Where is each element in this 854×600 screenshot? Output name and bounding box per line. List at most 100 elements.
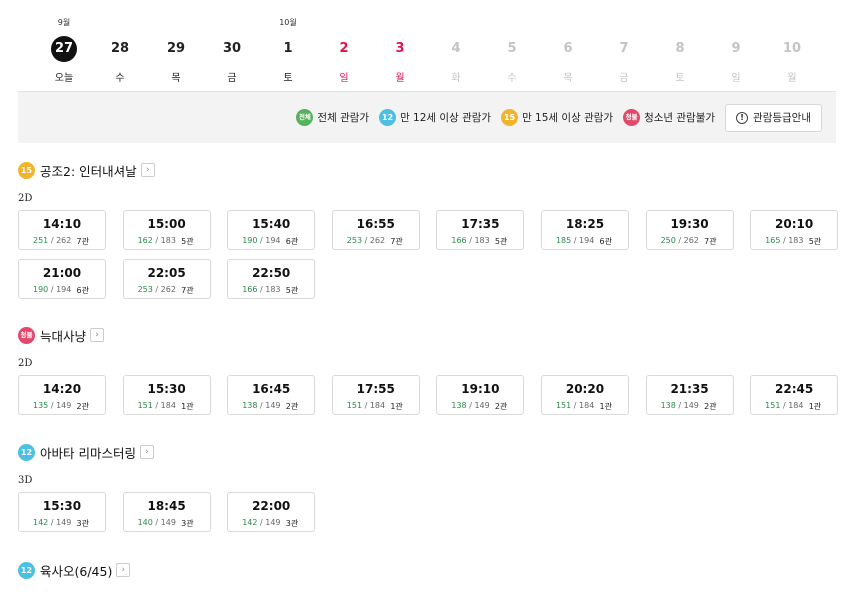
remaining-seats: 190 (242, 236, 258, 245)
total-seats: / 149 (257, 518, 281, 527)
date-item[interactable]: 28 수 (92, 14, 148, 84)
date-item[interactable]: 10월 1 토 (260, 14, 316, 84)
seat-availability: 253 / 262 (347, 236, 385, 245)
rating-18-badge: 청불 (623, 109, 641, 126)
rating-guide-button[interactable]: ! 관람등급안내 (725, 103, 822, 132)
date-day-number: 30 (222, 41, 242, 56)
showtime-button[interactable]: 17:35 166 / 183 5관 (436, 210, 525, 250)
seat-availability: 162 / 183 (138, 236, 176, 245)
showtime-button[interactable]: 14:10 251 / 262 7관 (18, 210, 106, 250)
movie-title[interactable]: 육사오(6/45) (40, 561, 112, 580)
showtime-button[interactable]: 22:05 253 / 262 7관 (122, 259, 211, 299)
showtime-button[interactable]: 16:45 138 / 149 2관 (227, 375, 316, 415)
date-day-number: 27 (51, 36, 77, 62)
date-weekday-label: 토 (283, 73, 293, 84)
chevron-right-icon[interactable]: › (139, 445, 154, 459)
seat-availability: 151 / 184 (556, 401, 594, 410)
seat-availability: 253 / 262 (138, 285, 176, 294)
showtime-button[interactable]: 20:20 151 / 184 1관 (540, 375, 629, 415)
showtime-button[interactable]: 15:30 151 / 184 1관 (122, 375, 211, 415)
remaining-seats: 138 (451, 401, 467, 410)
date-item[interactable]: 5수 (484, 14, 540, 84)
date-item[interactable]: 8토 (652, 14, 708, 84)
movie-title[interactable]: 공조2: 인터내셔날 (40, 161, 137, 180)
seat-availability: 251 / 262 (33, 236, 71, 245)
showtime-time: 19:30 (670, 217, 709, 231)
date-item[interactable]: 9일 (708, 14, 764, 84)
showtime-button[interactable]: 15:40 190 / 194 6관 (227, 210, 316, 250)
showtime-time: 15:30 (42, 499, 82, 513)
date-strip: 9월 27 오늘 28 수 29 목 30 금 10월 1 토 2 일 3 월 4 화 5 수 6 목 7 금 8 토 9 일 10 월 (36, 14, 820, 84)
total-seats: / 184 (152, 401, 176, 410)
seat-availability: 151 / 184 (765, 401, 803, 410)
date-item[interactable]: 4화 (428, 14, 484, 84)
date-item[interactable]: 2일 (316, 14, 372, 84)
hall-label: 1관 (181, 402, 194, 411)
showtime-grid: 15:30 142 / 149 3관 18:45 140 / 149 3관 22:00 142… (18, 492, 836, 532)
showtime-button[interactable]: 22:50 166 / 183 5관 (227, 259, 316, 299)
rating-badge: 청불 (18, 326, 35, 344)
seat-availability: 138 / 149 (242, 401, 280, 410)
showtime-button[interactable]: 22:45 151 / 184 1관 (750, 375, 839, 415)
total-seats: / 183 (780, 236, 804, 245)
movie-section: 15 공조2: 인터내셔날 › 2D 14:10 251 / 262 7관 15:00 162 … (18, 160, 839, 299)
date-item[interactable]: 29 목 (148, 14, 204, 84)
movie-title[interactable]: 늑대사냥 (40, 326, 86, 345)
remaining-seats: 140 (137, 518, 153, 527)
seat-availability: 151 / 184 (138, 401, 176, 410)
hall-label: 5관 (494, 237, 508, 246)
date-item[interactable]: 9월 27 오늘 (36, 14, 92, 84)
seat-availability: 250 / 262 (661, 236, 699, 245)
showtime-time: 22:05 (147, 266, 186, 280)
seat-availability: 166 / 183 (242, 285, 280, 294)
date-item[interactable]: 6목 (540, 14, 596, 84)
hall-label: 3관 (181, 519, 194, 528)
hall-label: 1관 (599, 402, 612, 411)
remaining-seats: 138 (242, 401, 258, 410)
chevron-right-icon[interactable]: › (140, 163, 155, 177)
showtime-button[interactable]: 21:00 190 / 194 6관 (18, 259, 106, 299)
showtime-time: 22:45 (775, 382, 814, 396)
total-seats: / 149 (257, 401, 281, 410)
showtime-button[interactable]: 14:20 135 / 149 2관 (18, 375, 106, 415)
screen-format-label: 3D (18, 475, 33, 486)
total-seats: / 149 (48, 518, 72, 527)
chevron-right-icon[interactable]: › (90, 328, 105, 342)
hall-label: 3관 (76, 519, 89, 528)
showtime-time: 22:50 (252, 266, 291, 280)
date-item[interactable]: 30 금 (204, 14, 260, 84)
hall-label: 2관 (704, 402, 717, 411)
date-day-number: 5 (507, 41, 517, 56)
showtime-button[interactable]: 19:30 250 / 262 7관 (645, 210, 734, 250)
hall-label: 6관 (599, 237, 612, 246)
showtime-time: 16:45 (252, 382, 291, 396)
date-item[interactable]: 10 월 (764, 14, 820, 84)
showtime-button[interactable]: 20:10 165 / 183 5관 (750, 210, 839, 250)
hall-label: 7관 (390, 237, 403, 246)
remaining-seats: 142 (33, 518, 49, 527)
total-seats: / 183 (152, 236, 176, 245)
date-day-number: 1 (283, 41, 293, 56)
showtime-button[interactable]: 17:55 151 / 184 1관 (331, 375, 420, 415)
showtime-button[interactable]: 16:55 253 / 262 7관 (331, 210, 420, 250)
date-day-number: 2 (339, 41, 349, 56)
date-month-label: 9월 (57, 18, 71, 27)
date-item[interactable]: 3월 (372, 14, 428, 84)
legend-all: 전체 전체 관람가 (296, 109, 369, 126)
showtime-time: 22:00 (252, 499, 291, 513)
movie-title[interactable]: 아바타 리마스터링 (40, 443, 136, 462)
remaining-seats: 166 (451, 236, 467, 245)
showtime-button[interactable]: 22:00 142 / 149 3관 (227, 492, 316, 532)
showtime-button[interactable]: 19:10 138 / 149 2관 (436, 375, 525, 415)
chevron-right-icon[interactable]: › (116, 563, 131, 577)
date-item[interactable]: 7금 (596, 14, 652, 84)
showtime-button[interactable]: 18:45 140 / 149 3관 (122, 492, 211, 532)
movie-section: 12 아바타 리마스터링 › 3D 15:30 142 / 149 3관 18:45 140 /… (18, 442, 316, 532)
showtime-button[interactable]: 21:35 138 / 149 2관 (645, 375, 734, 415)
showtime-button[interactable]: 18:25 185 / 194 6관 (540, 210, 629, 250)
showtime-button[interactable]: 15:30 142 / 149 3관 (18, 492, 106, 532)
total-seats: / 194 (48, 285, 72, 294)
movie-title-row: 12 육사오(6/45) › (18, 560, 131, 580)
showtime-button[interactable]: 15:00 162 / 183 5관 (122, 210, 211, 250)
date-day-number: 6 (563, 41, 573, 56)
